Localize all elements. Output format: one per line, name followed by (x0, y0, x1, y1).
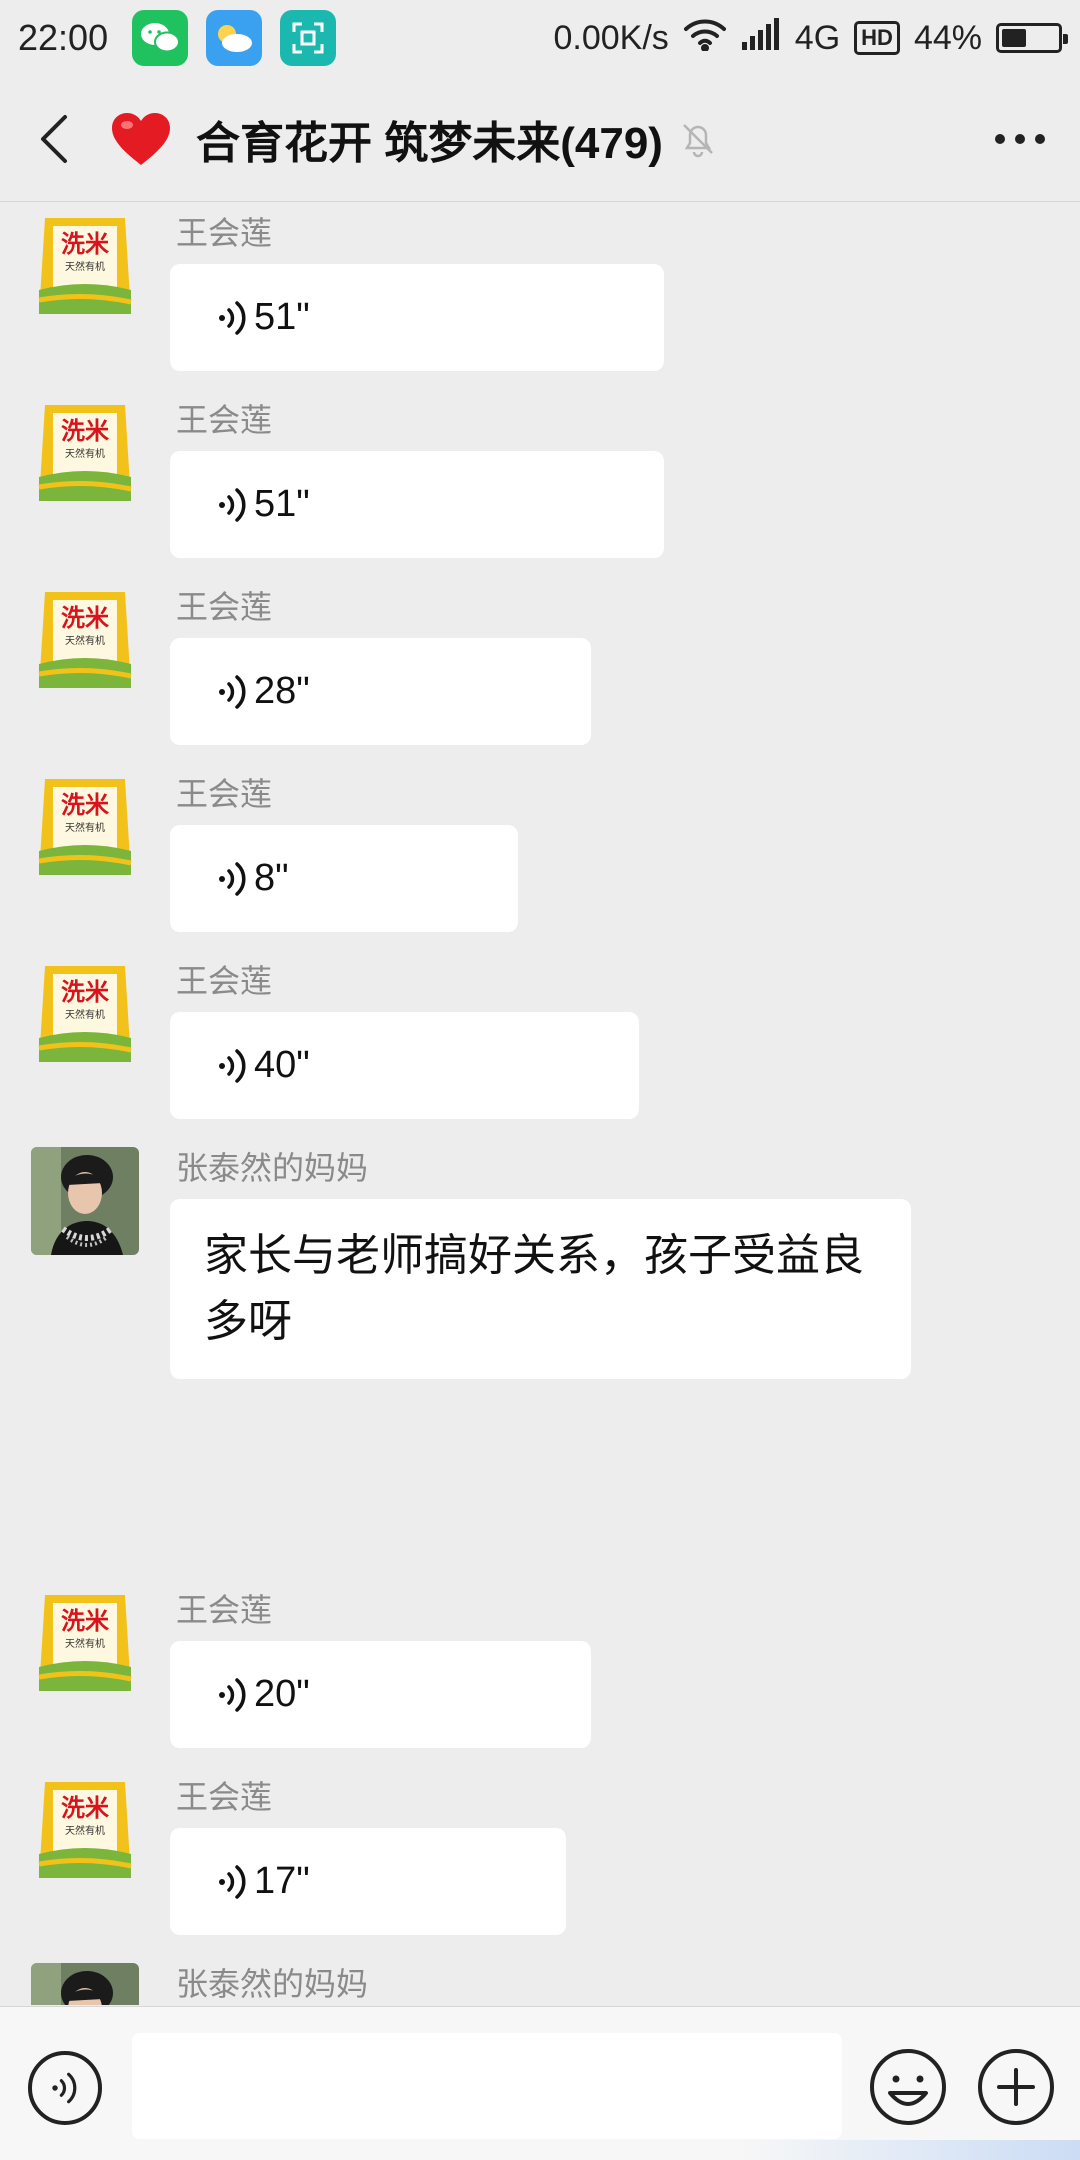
net-speed: 0.00K/s (553, 18, 669, 57)
svg-text:洗米: 洗米 (61, 977, 109, 1006)
voice-wave-icon (216, 1673, 250, 1717)
sender-name: 王会莲 (176, 402, 273, 438)
battery-fill (1002, 29, 1026, 47)
svg-text:洗米: 洗米 (61, 229, 109, 258)
svg-text:天然有机: 天然有机 (65, 260, 105, 273)
message-input[interactable] (132, 2033, 842, 2139)
voice-wave-icon (216, 1044, 250, 1088)
voice-toggle-button[interactable] (28, 2051, 102, 2125)
voice-message-bubble[interactable]: 28" (170, 638, 591, 745)
sender-name: 王会莲 (176, 215, 273, 251)
svg-text:洗米: 洗米 (61, 1606, 109, 1635)
plus-icon (997, 2068, 1035, 2106)
avatar[interactable]: 洗米 天然有机 (31, 1589, 139, 1697)
voice-duration: 28" (254, 670, 310, 712)
message-text: 家长与老师搞好关系，孩子受益良多呀 (204, 1231, 864, 1346)
svg-text:洗米: 洗米 (61, 603, 109, 632)
voice-wave-icon (216, 857, 250, 901)
battery-icon (996, 23, 1068, 53)
avatar[interactable]: 洗米 天然有机 (31, 586, 139, 694)
avatar[interactable] (31, 1963, 139, 2005)
signal-icon (741, 17, 781, 59)
voice-toggle-icon (52, 2072, 77, 2104)
home-indicator (740, 2140, 1080, 2160)
weather-icon (206, 10, 263, 66)
status-time: 22:00 (18, 17, 109, 58)
scan-icon (280, 10, 337, 66)
avatar[interactable]: 洗米 天然有机 (31, 773, 139, 881)
voice-duration: 51" (254, 296, 310, 338)
svg-text:洗米: 洗米 (61, 416, 109, 445)
sender-name: 张泰然的妈妈 (176, 1150, 369, 1186)
voice-message-bubble[interactable]: 51" (170, 264, 664, 371)
voice-message-bubble[interactable]: 20" (170, 1641, 591, 1748)
sender-name: 张泰然的妈妈 (176, 1966, 369, 2002)
back-arrow-icon (41, 114, 67, 163)
voice-duration: 40" (254, 1044, 310, 1086)
voice-message-bubble[interactable]: 17" (170, 1828, 566, 1935)
voice-wave-icon (216, 296, 250, 340)
voice-duration: 17" (254, 1860, 310, 1902)
more-dot (995, 133, 1005, 144)
svg-text:天然有机: 天然有机 (65, 821, 105, 834)
status-bar: 22:00 0.00K/s 4G HD 44% (0, 0, 1080, 76)
voice-wave-icon (216, 1860, 250, 1904)
message-list[interactable]: 洗米 天然有机 王会莲 51" 洗米 天然有机 王会莲 51" 洗米 天然有机 … (0, 203, 1080, 2005)
back-button[interactable] (4, 76, 104, 202)
wifi-icon (683, 17, 727, 60)
voice-message-bubble[interactable]: 40" (170, 1012, 639, 1119)
sender-name: 王会莲 (176, 1779, 273, 1815)
voice-duration: 20" (254, 1673, 310, 1715)
input-bar (0, 2006, 1080, 2160)
sender-name: 王会莲 (176, 589, 273, 625)
plus-button[interactable] (978, 2049, 1054, 2125)
emoji-icon[interactable] (868, 2047, 948, 2127)
svg-text:天然有机: 天然有机 (65, 1824, 105, 1837)
voice-duration: 8" (254, 857, 289, 899)
svg-text:天然有机: 天然有机 (65, 634, 105, 647)
more-dot (1035, 133, 1045, 144)
network-type: 4G (794, 18, 841, 57)
svg-text:天然有机: 天然有机 (65, 1008, 105, 1021)
voice-wave-icon (216, 670, 250, 714)
wechat-icon (132, 10, 189, 66)
chat-header: 合育花开 筑梦未来(479) (0, 76, 1080, 202)
battery-percent: 44% (913, 18, 982, 57)
hd-badge: HD (854, 21, 900, 55)
avatar[interactable]: 洗米 天然有机 (31, 212, 139, 320)
svg-text:天然有机: 天然有机 (65, 1637, 105, 1650)
sender-name: 王会莲 (176, 963, 273, 999)
voice-message-bubble[interactable]: 51" (170, 451, 664, 558)
avatar[interactable] (31, 1147, 139, 1255)
mute-bell-icon (683, 123, 713, 157)
svg-text:洗米: 洗米 (61, 790, 109, 819)
more-button[interactable] (960, 76, 1080, 202)
sender-name: 王会莲 (176, 1592, 273, 1628)
sender-name: 王会莲 (176, 776, 273, 812)
heart-icon (112, 112, 170, 165)
svg-text:洗米: 洗米 (61, 1793, 109, 1822)
voice-wave-icon (216, 483, 250, 527)
avatar[interactable]: 洗米 天然有机 (31, 399, 139, 507)
avatar[interactable]: 洗米 天然有机 (31, 1776, 139, 1884)
chat-title: 合育花开 筑梦未来(479) (196, 118, 663, 168)
voice-duration: 51" (254, 483, 310, 525)
avatar[interactable]: 洗米 天然有机 (31, 960, 139, 1068)
svg-text:天然有机: 天然有机 (65, 447, 105, 460)
voice-message-bubble[interactable]: 8" (170, 825, 518, 932)
more-dot (1015, 133, 1025, 144)
text-message-bubble[interactable]: 家长与老师搞好关系，孩子受益良多呀 (170, 1199, 911, 1379)
